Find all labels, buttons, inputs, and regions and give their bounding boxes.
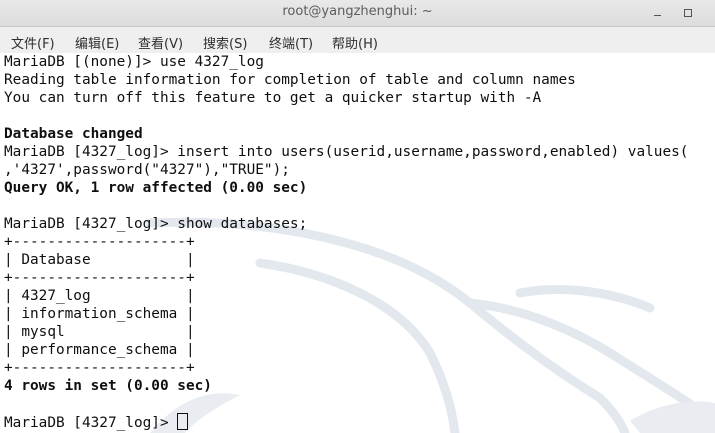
terminal-line: | Database | <box>4 252 195 268</box>
menu-file[interactable]: 文件(F) <box>11 33 55 52</box>
text-cursor <box>177 413 189 430</box>
terminal-line: +--------------------+ <box>4 270 195 286</box>
terminal-line: | performance_schema | <box>4 342 195 358</box>
minimize-button[interactable] <box>649 5 665 21</box>
terminal-line: +--------------------+ <box>4 234 195 250</box>
title-bar[interactable]: root@yangzhenghui: ~ <box>0 0 715 27</box>
terminal-line: MariaDB [4327_log]> insert into users(us… <box>4 144 689 160</box>
menu-help[interactable]: 帮助(H) <box>332 33 378 52</box>
menu-edit[interactable]: 编辑(E) <box>75 33 119 52</box>
terminal-line: Reading table information for completion… <box>4 72 576 88</box>
terminal-line: | information_schema | <box>4 306 195 322</box>
terminal-line: MariaDB [(none)]> use 4327_log <box>4 54 264 70</box>
menu-bar: 文件(F) 编辑(E) 查看(V) 搜索(S) 终端(T) 帮助(H) <box>0 27 715 53</box>
prompt: MariaDB [4327_log]> <box>4 415 178 431</box>
menu-search[interactable]: 搜索(S) <box>203 33 247 52</box>
menu-view[interactable]: 查看(V) <box>138 33 183 52</box>
terminal-line: You can turn off this feature to get a q… <box>4 90 542 106</box>
window-title: root@yangzhenghui: ~ <box>282 4 433 19</box>
terminal-line: | mysql | <box>4 324 195 340</box>
terminal-line: Database changed <box>4 126 143 142</box>
maximize-icon <box>684 9 692 17</box>
terminal-line: +--------------------+ <box>4 360 195 376</box>
prompt-line[interactable]: MariaDB [4327_log]> <box>4 413 688 431</box>
terminal-line: 4 rows in set (0.00 sec) <box>4 378 212 394</box>
terminal-output: MariaDB [(none)]> use 4327_log Reading t… <box>4 53 688 431</box>
terminal-line: ,'4327',password("4327"),"TRUE"); <box>4 162 290 178</box>
maximize-button[interactable] <box>680 5 696 21</box>
terminal-line: MariaDB [4327_log]> show databases; <box>4 216 308 232</box>
terminal-area[interactable]: MariaDB [(none)]> use 4327_log Reading t… <box>0 53 715 433</box>
terminal-window: root@yangzhenghui: ~ 文件(F) 编辑(E) 查看(V) 搜… <box>0 0 715 433</box>
terminal-line: Query OK, 1 row affected (0.00 sec) <box>4 180 308 196</box>
terminal-line: | 4327_log | <box>4 288 195 304</box>
minimize-icon <box>653 15 661 16</box>
menu-terminal[interactable]: 终端(T) <box>269 33 313 52</box>
